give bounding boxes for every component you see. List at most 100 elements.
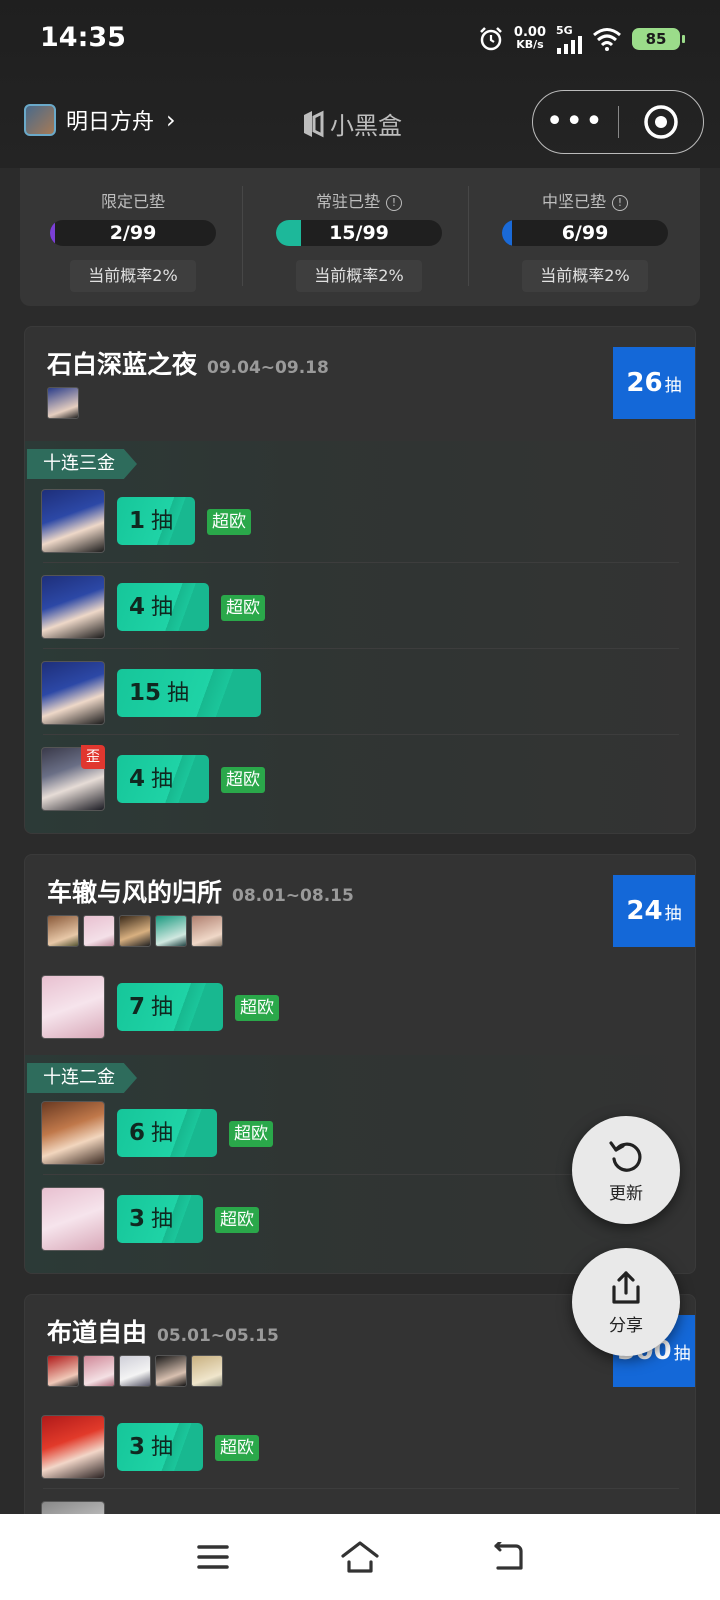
operator-thumbnail <box>47 915 79 947</box>
pity-label: 常驻已垫! <box>246 188 472 212</box>
luck-badge: 超欧 <box>229 1121 273 1147</box>
pity-rate: 当前概率2% <box>70 260 196 292</box>
banner-name: 车辙与风的归所 <box>47 878 223 907</box>
pull-unit: 抽 <box>151 767 174 792</box>
luck-badge: 超欧 <box>215 1207 259 1233</box>
target-icon <box>644 105 678 139</box>
banner-dates: 09.04~09.18 <box>207 358 329 378</box>
banner-total-unit: 抽 <box>673 1343 691 1364</box>
operator-avatar <box>41 661 105 725</box>
menu-icon[interactable] <box>196 1543 230 1571</box>
pull-count: 4 <box>129 766 146 792</box>
banner-title: 石白深蓝之夜 09.04~09.18 <box>47 345 329 381</box>
net-speed-unit: KB/s <box>516 38 544 51</box>
battery-icon: 85 <box>632 28 685 50</box>
pity-value: 2/99 <box>109 222 157 244</box>
refresh-icon <box>609 1140 642 1172</box>
pull-count-bar: 4抽 <box>117 755 209 803</box>
pity-value: 15/99 <box>329 222 389 244</box>
pity-progress-bar: 2/99 <box>50 220 216 246</box>
luck-badge: 超欧 <box>221 767 265 793</box>
pity-midtier: 中坚已垫! 6/99 当前概率2% <box>472 168 698 306</box>
share-label: 分享 <box>609 1315 643 1336</box>
pity-progress-bar: 15/99 <box>276 220 442 246</box>
banner-title: 车辙与风的归所 08.01~08.15 <box>47 873 354 909</box>
home-icon[interactable] <box>340 1540 380 1574</box>
pull-unit: 抽 <box>151 509 174 534</box>
operator-thumbnail <box>155 915 187 947</box>
column-divider <box>242 186 243 286</box>
heybox-logo-icon <box>304 110 324 137</box>
wifi-icon <box>593 28 621 51</box>
pull-count-bar: 3抽 <box>117 1423 203 1471</box>
pull-count-bar: 6抽 <box>117 1109 217 1157</box>
banner-operators <box>47 387 79 419</box>
refresh-button[interactable]: 更新 <box>572 1116 680 1224</box>
game-name: 明日方舟 <box>66 110 155 135</box>
pity-label: 中坚已垫! <box>472 188 698 212</box>
pull-row[interactable]: 15 抽 <box>25 649 695 735</box>
pull-unit: 抽 <box>151 995 174 1020</box>
pull-row[interactable]: 歪 4抽 超欧 <box>25 735 695 821</box>
pull-unit: 抽 <box>151 1121 174 1146</box>
operator-thumbnail <box>83 1355 115 1387</box>
pity-limited: 限定已垫 2/99 当前概率2% <box>20 168 246 306</box>
operator-avatar <box>41 575 105 639</box>
pull-row[interactable]: 3抽 超欧 <box>25 1403 695 1489</box>
operator-thumbnail <box>119 1355 151 1387</box>
operator-avatar <box>41 1415 105 1479</box>
banner-operators <box>47 915 223 947</box>
signal-group: 5G <box>556 25 582 54</box>
pull-unit: 抽 <box>167 681 190 706</box>
pull-count: 1 <box>129 508 146 534</box>
pull-count: 3 <box>129 1434 146 1460</box>
pull-row[interactable]: 1抽 超欧 <box>25 477 695 563</box>
status-bar: 14:35 0.00 KB/s 5G 85 <box>0 0 720 78</box>
pull-count-bar: 1抽 <box>117 497 195 545</box>
operator-avatar <box>41 1101 105 1165</box>
pity-label: 限定已垫 <box>100 192 165 211</box>
game-switcher[interactable]: 明日方舟 › <box>24 104 176 136</box>
pull-count-bar: 3抽 <box>117 1195 203 1243</box>
status-time: 14:35 <box>40 22 126 53</box>
refresh-label: 更新 <box>609 1183 643 1204</box>
pull-row[interactable]: 4抽 超欧 <box>25 563 695 649</box>
brand: 小黑盒 <box>300 106 402 141</box>
luck-badge: 超欧 <box>235 995 279 1021</box>
close-button[interactable] <box>619 104 704 140</box>
operator-avatar <box>41 489 105 553</box>
pull-unit: 抽 <box>151 1435 174 1460</box>
title-bar: 明日方舟 › 小黑盒 ••• <box>0 90 720 156</box>
banner-total-value: 24 <box>626 896 663 926</box>
luck-badge: 超欧 <box>215 1435 259 1461</box>
mini-program-capsule: ••• <box>532 90 704 154</box>
info-icon[interactable]: ! <box>386 195 402 211</box>
status-icons: 0.00 KB/s 5G 85 <box>478 22 685 56</box>
luck-badge: 超欧 <box>207 509 251 535</box>
operator-thumbnail <box>83 915 115 947</box>
share-button[interactable]: 分享 <box>572 1248 680 1356</box>
luck-badge: 超欧 <box>221 595 265 621</box>
more-button[interactable]: ••• <box>533 107 618 137</box>
pity-rate: 当前概率2% <box>296 260 422 292</box>
pull-row[interactable]: 7抽 超欧 <box>25 963 695 1049</box>
pity-progress-bar: 6/99 <box>502 220 668 246</box>
banner-operators <box>47 1355 223 1387</box>
operator-thumbnail <box>47 387 79 419</box>
game-avatar <box>24 104 56 136</box>
pity-standard: 常驻已垫! 15/99 当前概率2% <box>246 168 472 306</box>
pity-value: 6/99 <box>561 222 609 244</box>
group-tag: 十连三金 <box>27 449 137 479</box>
operator-avatar <box>41 1187 105 1251</box>
operator-thumbnail <box>119 915 151 947</box>
banner-dates: 05.01~05.15 <box>157 1326 279 1346</box>
banner-total-unit: 抽 <box>664 375 682 396</box>
banner-name: 布道自由 <box>47 1318 148 1347</box>
info-icon[interactable]: ! <box>612 195 628 211</box>
back-icon[interactable] <box>490 1542 524 1572</box>
share-icon <box>612 1270 640 1304</box>
banner-total-badge: 24 抽 <box>613 875 695 947</box>
column-divider <box>468 186 469 286</box>
banner-card[interactable]: 石白深蓝之夜 09.04~09.18 26 抽 十连三金 1抽 超欧 4抽 超欧 1… <box>24 326 696 834</box>
off-banner-badge: 歪 <box>81 745 105 769</box>
